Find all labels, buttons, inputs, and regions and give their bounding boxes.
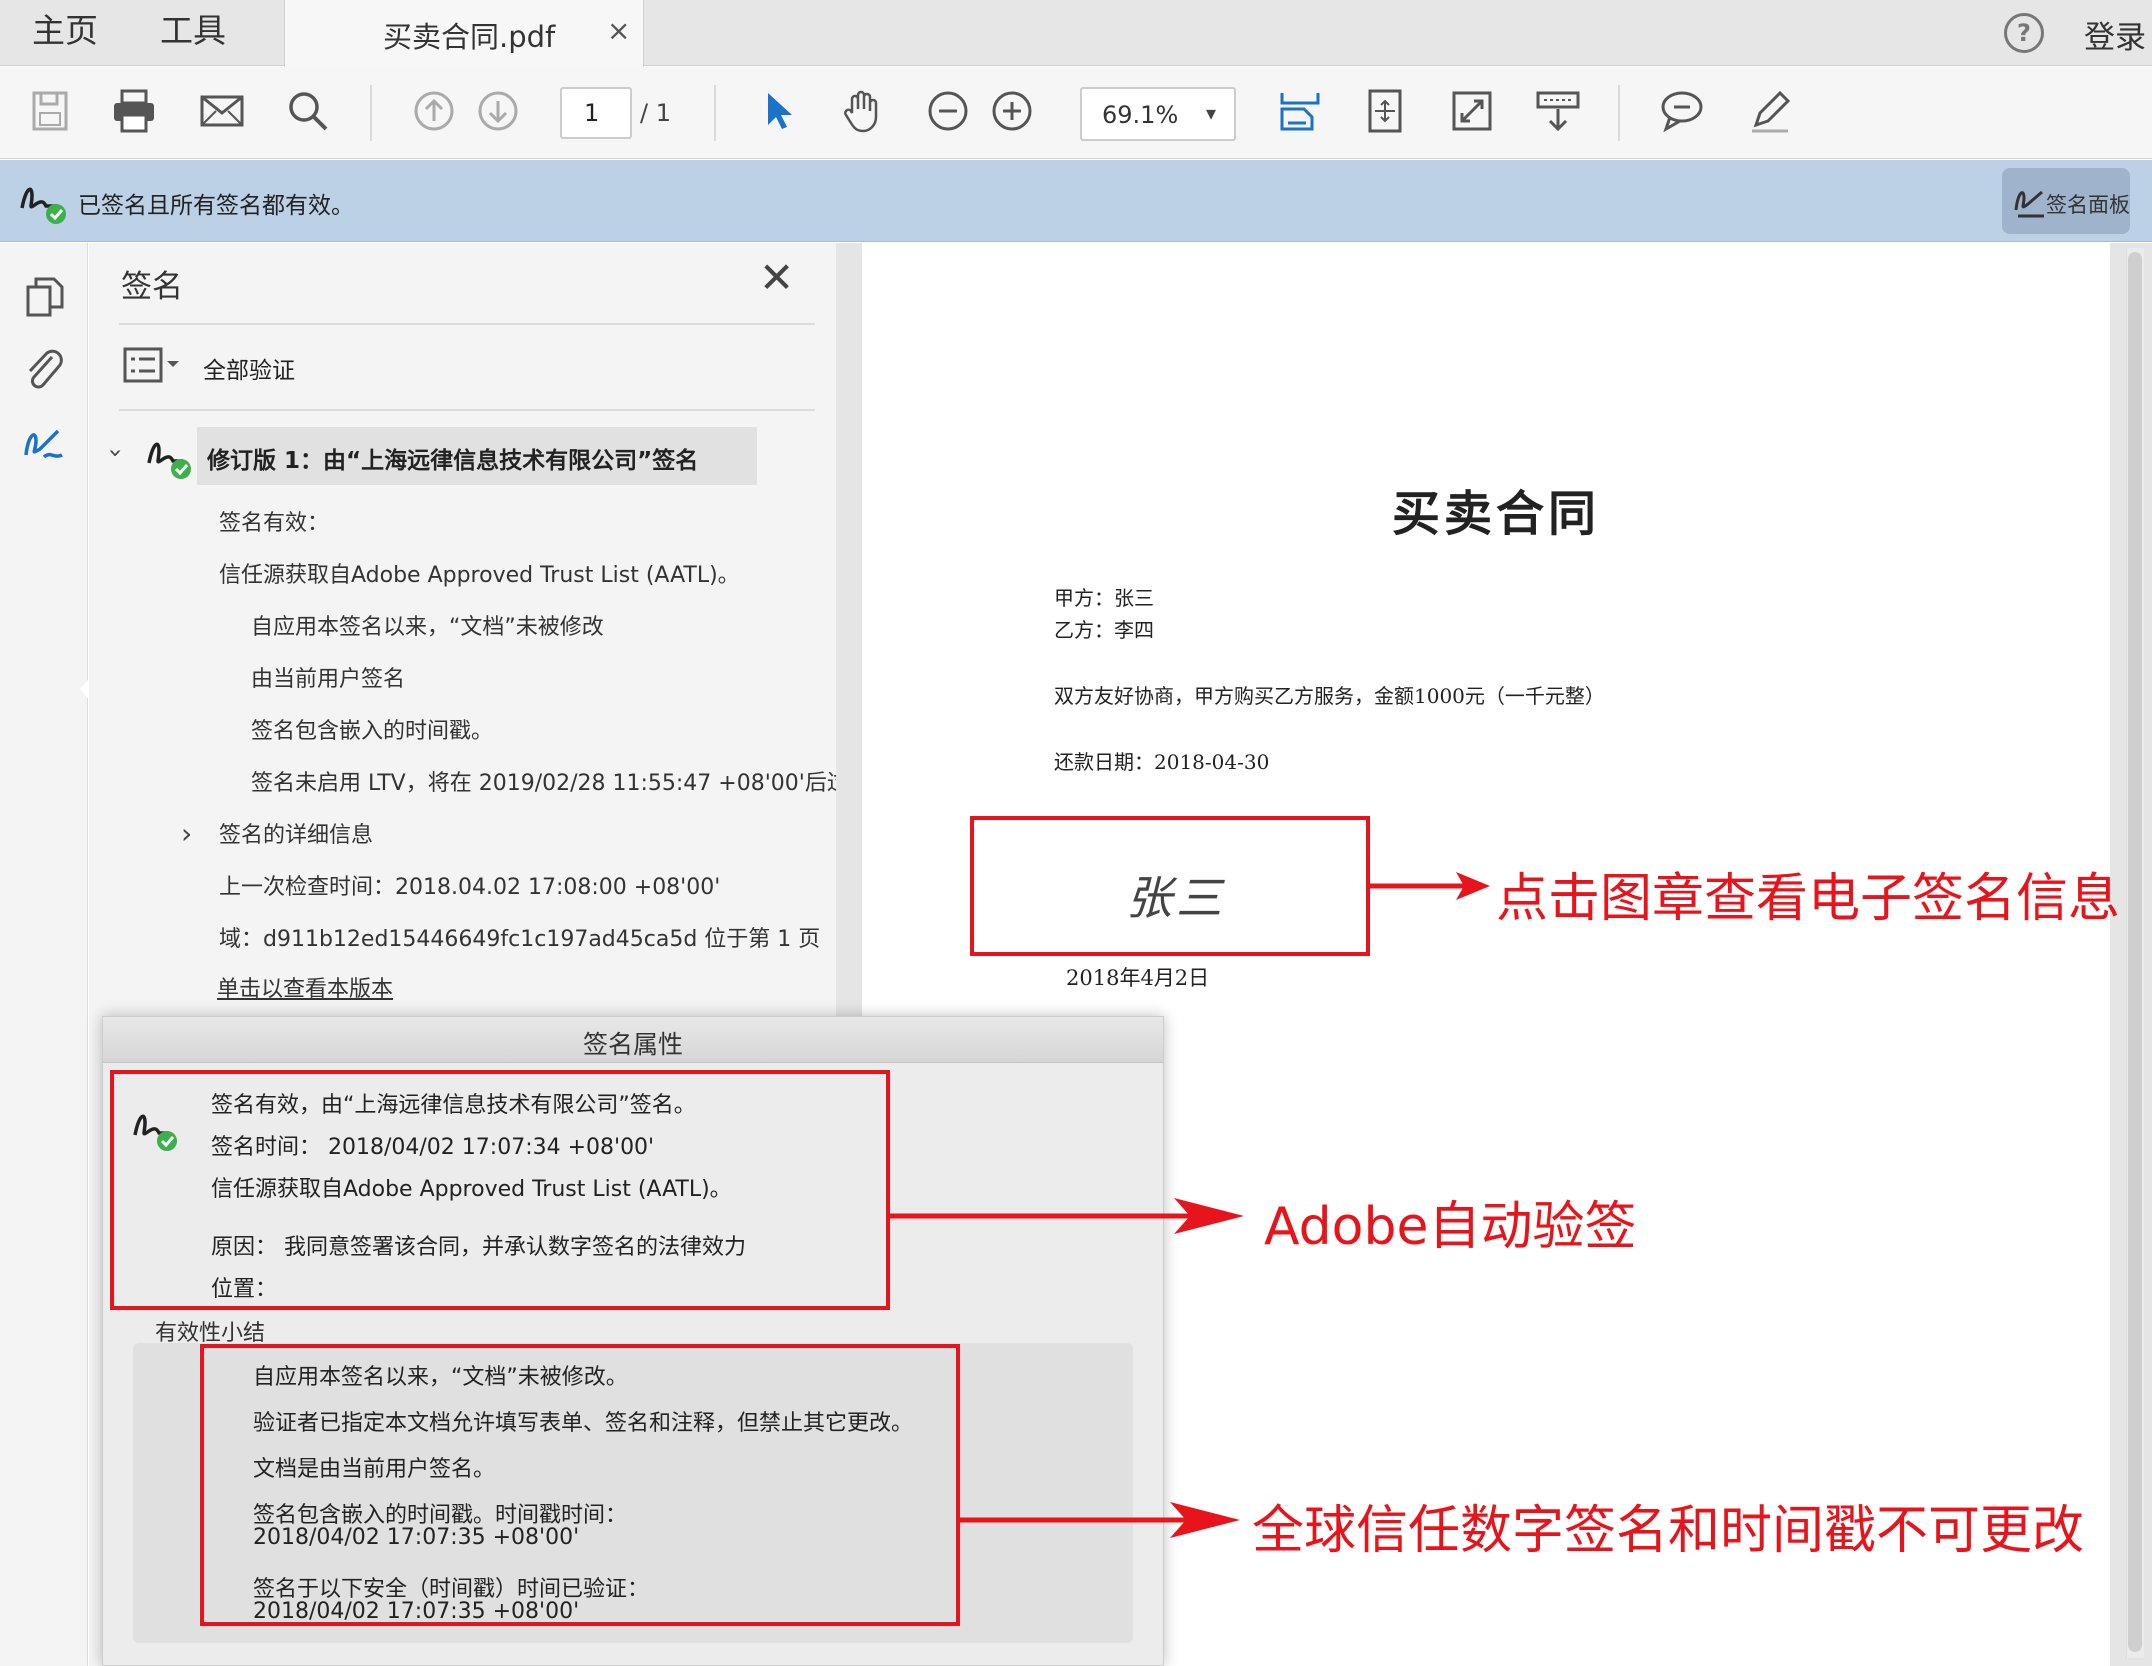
page-total: / 1 <box>640 99 671 127</box>
select-cursor-icon[interactable] <box>752 85 804 137</box>
rotate-icon[interactable] <box>1360 85 1412 137</box>
page-down-icon[interactable] <box>472 85 524 137</box>
close-icon[interactable]: ✕ <box>759 257 794 299</box>
scroll-mode-icon[interactable] <box>1532 85 1584 137</box>
party-a: 甲方：张三 <box>1054 586 1154 610</box>
tab-bar: 主页 工具 买卖合同.pdf × ? 登录 <box>0 0 2152 67</box>
annotation-box <box>200 1344 960 1626</box>
detail-line: 签名包含嵌入的时间戳。 <box>251 719 494 744</box>
signature-panel-button[interactable]: 签名面板 <box>2002 168 2130 234</box>
signature-status-text: 已签名且所有签名都有效。 <box>78 193 354 219</box>
sign-pen-icon[interactable] <box>1744 85 1796 137</box>
detail-line: 域：d911b12ed15446649fc1c197ad45ca5d 位于第 1… <box>219 927 821 952</box>
print-icon[interactable] <box>108 85 160 137</box>
left-navigation-rail <box>0 243 92 1666</box>
save-icon[interactable] <box>24 85 76 137</box>
document-tab-name: 买卖合同.pdf <box>383 20 556 54</box>
due-date: 还款日期：2018-04-30 <box>1054 750 1270 774</box>
signature-details-toggle[interactable]: 签名的详细信息 <box>219 817 373 849</box>
party-b: 乙方：李四 <box>1054 618 1154 642</box>
tab-home[interactable]: 主页 <box>32 0 98 66</box>
tab-tools[interactable]: 工具 <box>160 0 226 66</box>
detail-line: 由当前用户签名 <box>251 667 406 692</box>
help-icon[interactable]: ? <box>2004 13 2044 53</box>
hand-icon[interactable] <box>836 85 888 137</box>
detail-line: 签名未启用 LTV，将在 2019/02/28 11:55:47 +08'00'… <box>251 771 871 796</box>
handwritten-signature[interactable]: 张三 <box>1126 862 1226 928</box>
dialog-titlebar[interactable]: 签名属性 <box>103 1017 1163 1063</box>
detail-line: 签名有效： <box>219 511 330 536</box>
annotation-arrow <box>888 1198 1244 1234</box>
detail-line: 上一次检查时间：2018.04.02 17:08:00 +08'00' <box>219 875 721 900</box>
page-up-icon[interactable] <box>408 85 460 137</box>
zoom-out-icon[interactable] <box>922 85 974 137</box>
revision-item[interactable]: 修订版 1：由“上海远律信息技术有限公司”签名 <box>197 427 757 485</box>
signature-icon <box>2012 182 2048 220</box>
signature-valid-icon <box>18 178 68 226</box>
zoom-select[interactable]: 69.1% ▾ <box>1080 87 1236 141</box>
divider <box>119 323 815 325</box>
chevron-right-icon[interactable]: › <box>181 817 192 850</box>
pages-icon[interactable] <box>22 275 68 321</box>
search-icon[interactable] <box>282 85 334 137</box>
contract-body: 双方友好协商，甲方购买乙方服务，金额1000元（一千元整） <box>1054 684 1605 708</box>
annotation-global-label: 全球信任数字签名和时间戳不可更改 <box>1252 1501 2085 1561</box>
annotation-arrow <box>958 1502 1240 1538</box>
options-menu-icon[interactable] <box>123 347 183 383</box>
annotation-adobe-label: Adobe自动验签 <box>1264 1197 1637 1257</box>
tab-document[interactable]: 买卖合同.pdf × <box>284 0 644 67</box>
dialog-title: 签名属性 <box>582 1030 683 1059</box>
document-title: 买卖合同 <box>1392 486 1601 542</box>
detail-line: 自应用本签名以来，“文档”未被修改 <box>251 615 604 640</box>
signature-valid-icon <box>145 433 193 481</box>
scrollbar-thumb[interactable] <box>2128 252 2142 1652</box>
revision-title: 修订版 1：由“上海远律信息技术有限公司”签名 <box>207 448 699 474</box>
email-icon[interactable] <box>196 85 248 137</box>
attachment-icon[interactable] <box>22 347 68 393</box>
toolbar: 1 / 1 69.1% ▾ <box>0 67 2152 159</box>
verify-all-button[interactable]: 全部验证 <box>203 351 295 385</box>
signature-icon[interactable] <box>22 421 68 467</box>
annotation-stamp-label: 点击图章查看电子签名信息 <box>1496 869 2121 929</box>
annotation-box <box>110 1070 890 1310</box>
chevron-down-icon: ▾ <box>1206 101 1217 125</box>
zoom-value: 69.1% <box>1102 101 1179 129</box>
signature-status-bar: 已签名且所有签名都有效。 签名面板 <box>0 160 2152 242</box>
signature-panel-label: 签名面板 <box>2046 193 2130 217</box>
fullscreen-icon[interactable] <box>1446 85 1498 137</box>
zoom-in-icon[interactable] <box>986 85 1038 137</box>
page-number-input[interactable]: 1 <box>560 87 632 139</box>
close-tab-icon[interactable]: × <box>607 14 630 47</box>
chevron-down-icon[interactable]: › <box>102 448 130 458</box>
divider <box>119 409 815 411</box>
fit-page-icon[interactable] <box>1274 85 1326 137</box>
panel-title: 签名 <box>121 269 183 305</box>
login-link[interactable]: 登录 <box>2084 12 2146 57</box>
annotation-arrow <box>1370 872 1490 900</box>
detail-line: 信任源获取自Adobe Approved Trust List (AATL)。 <box>219 563 740 588</box>
view-version-link[interactable]: 单击以查看本版本 <box>217 971 393 1003</box>
sign-date: 2018年4月2日 <box>1066 966 1210 990</box>
comment-icon[interactable] <box>1656 85 1708 137</box>
